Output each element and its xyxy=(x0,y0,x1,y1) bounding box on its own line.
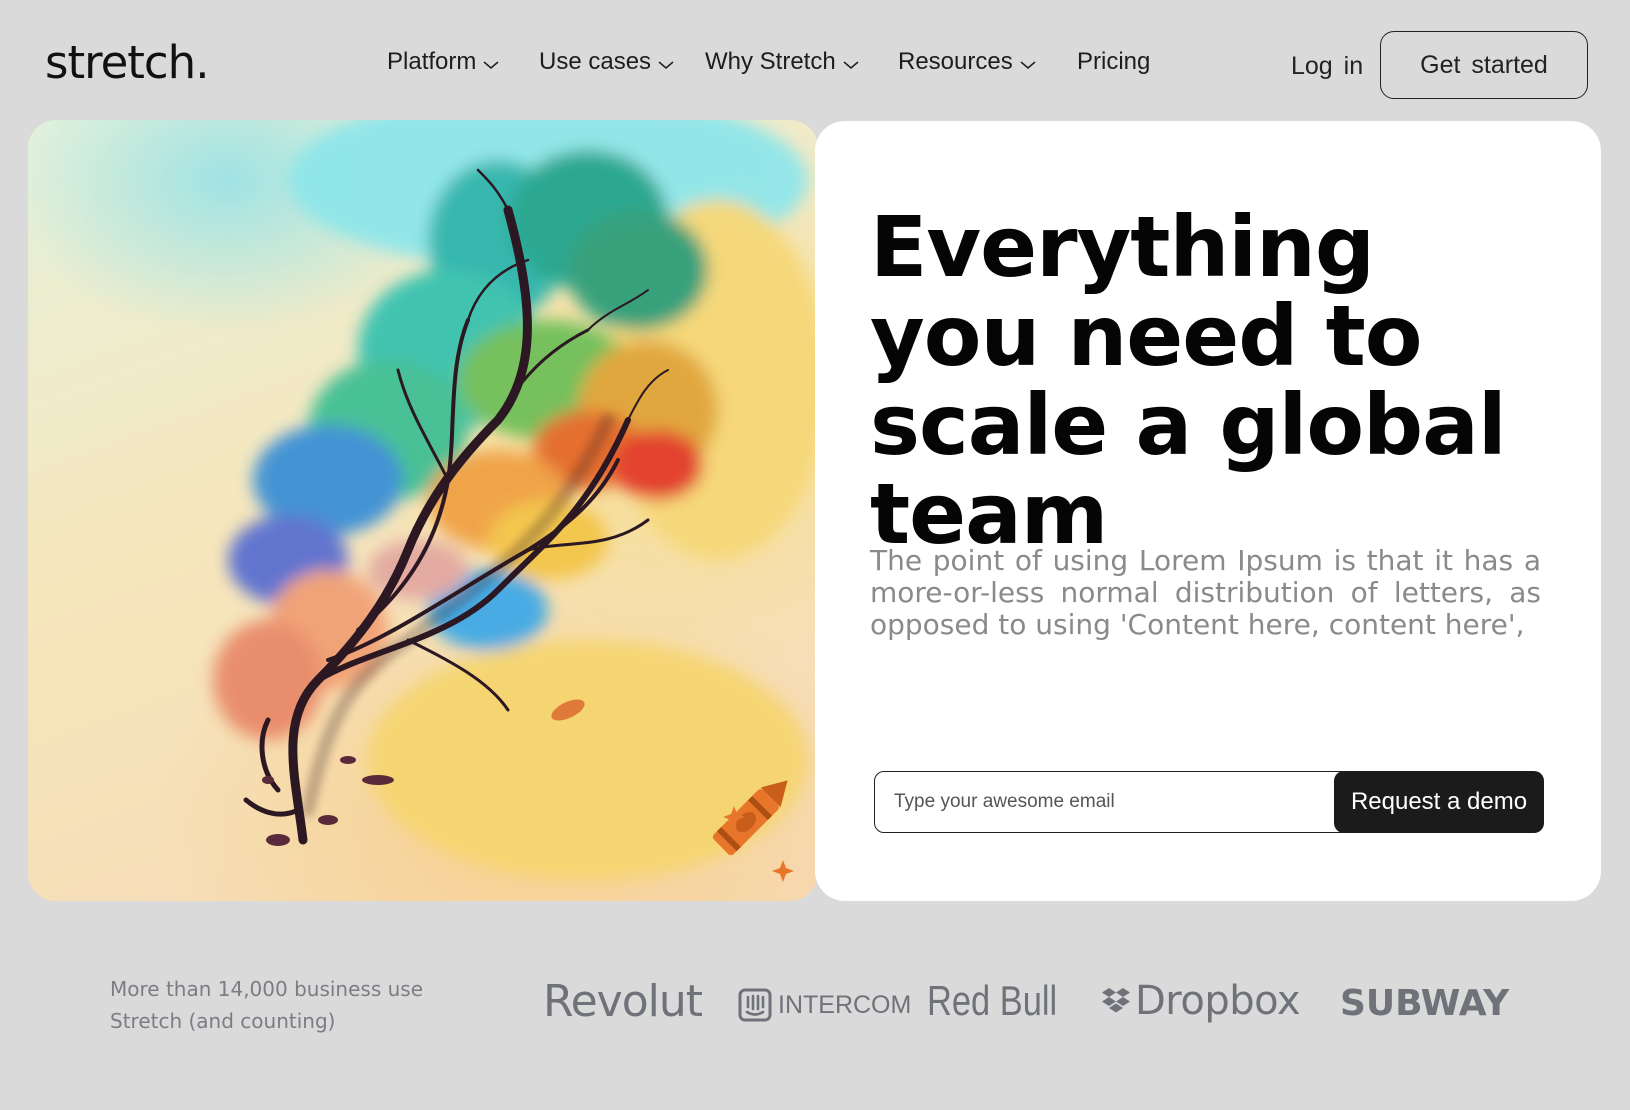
hero-subcopy: The point of using Lorem Ipsum is that i… xyxy=(870,544,1541,641)
nav-label: Resources xyxy=(898,48,1013,75)
nav-item-pricing[interactable]: Pricing xyxy=(1077,48,1150,76)
customer-count-text: More than 14,000 business use Stretch (a… xyxy=(110,977,424,1033)
chevron-down-icon xyxy=(658,61,674,70)
dropbox-logo: Dropbox xyxy=(1101,978,1301,1024)
intercom-logo: INTERCOM xyxy=(738,988,911,1022)
nav-item-use-cases[interactable]: Use cases xyxy=(539,48,675,76)
intercom-wordmark: INTERCOM xyxy=(778,990,912,1019)
nav-item-platform[interactable]: Platform xyxy=(387,48,500,76)
nav-item-why-stretch[interactable]: Why Stretch xyxy=(705,48,860,76)
hero-illustration xyxy=(28,120,818,901)
get-started-button[interactable]: Get started xyxy=(1380,31,1588,99)
nav-item-resources[interactable]: Resources xyxy=(898,48,1037,76)
request-demo-button[interactable]: Request a demo xyxy=(1334,771,1544,833)
revolut-logo: Revolut xyxy=(543,976,703,1027)
chevron-down-icon xyxy=(843,61,859,70)
intercom-icon xyxy=(738,988,772,1022)
nav-label: Use cases xyxy=(539,48,652,75)
dropbox-wordmark: Dropbox xyxy=(1135,978,1301,1024)
email-field-wrapper xyxy=(874,771,1378,833)
chevron-down-icon xyxy=(1020,61,1036,70)
hero-card: Everything you need to scale a global te… xyxy=(815,121,1601,901)
nav-label: Why Stretch xyxy=(705,48,836,75)
email-input[interactable] xyxy=(875,772,1377,832)
nav-label: Platform xyxy=(387,48,477,75)
subway-logo: SUBWAY xyxy=(1340,983,1510,1024)
chevron-down-icon xyxy=(483,61,499,70)
login-link[interactable]: Log in xyxy=(1291,52,1363,81)
nav-label: Pricing xyxy=(1077,48,1151,75)
dropbox-icon xyxy=(1102,988,1130,1013)
hero-headline: Everything you need to scale a global te… xyxy=(870,198,1507,563)
watercolor-tree-illustration xyxy=(213,120,818,882)
brand-logo[interactable]: stretch. xyxy=(45,36,209,89)
redbull-logo: Red Bull xyxy=(927,977,1058,1024)
